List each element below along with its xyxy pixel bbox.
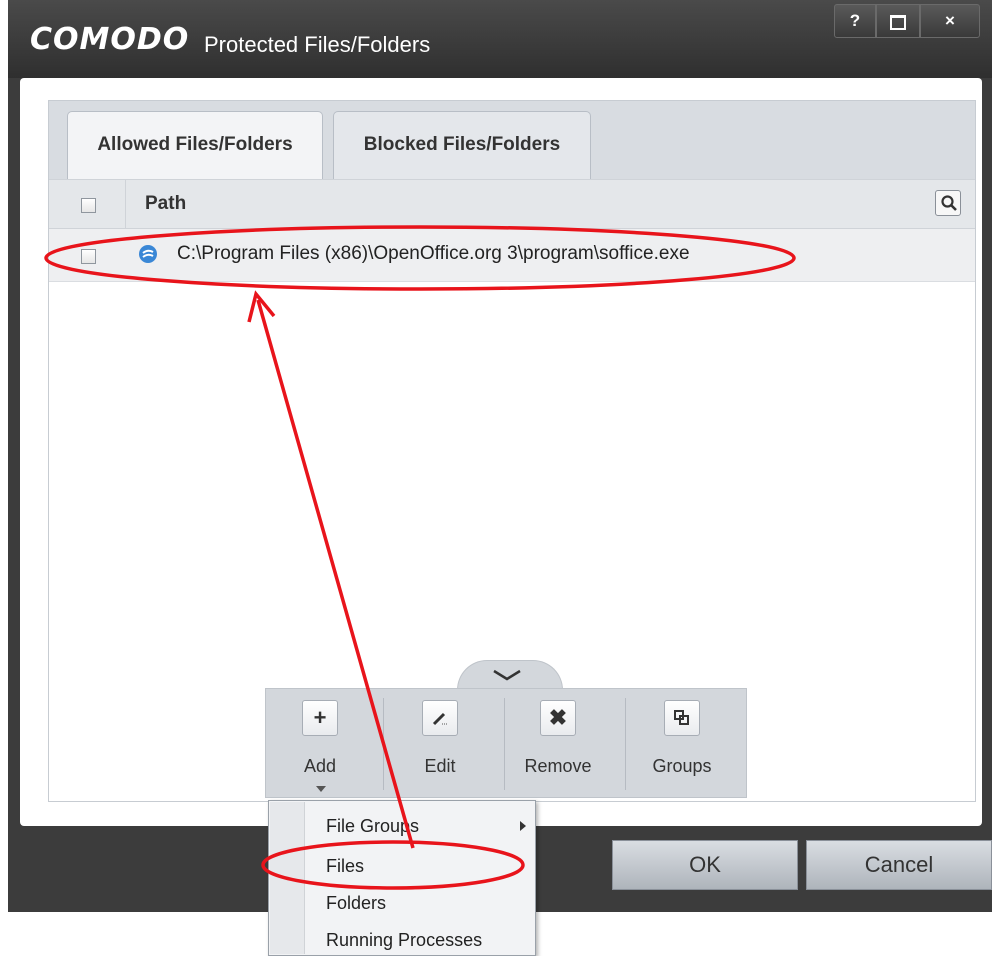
cancel-button[interactable]: Cancel bbox=[806, 840, 992, 890]
menu-icon-gutter bbox=[270, 802, 305, 954]
submenu-arrow-icon bbox=[520, 821, 526, 831]
select-all-checkbox[interactable] bbox=[81, 198, 96, 213]
row-checkbox[interactable] bbox=[81, 249, 96, 264]
toolbar-divider bbox=[625, 698, 626, 790]
maximize-icon bbox=[890, 15, 906, 30]
comodo-logo: COMODO bbox=[30, 22, 190, 57]
pencil-icon bbox=[422, 700, 458, 736]
tab-blocked-files-folders[interactable]: Blocked Files/Folders bbox=[333, 111, 591, 179]
menu-item-running-processes[interactable]: Running Processes bbox=[326, 930, 482, 951]
ok-button[interactable]: OK bbox=[612, 840, 798, 890]
remove-button-label: Remove bbox=[524, 756, 592, 776]
row-path-text: C:\Program Files (x86)\OpenOffice.org 3\… bbox=[177, 243, 690, 264]
add-button[interactable]: + Add bbox=[290, 700, 350, 800]
table-row[interactable]: C:\Program Files (x86)\OpenOffice.org 3\… bbox=[49, 229, 975, 282]
groups-button[interactable]: Groups bbox=[652, 700, 712, 800]
groups-icon bbox=[664, 700, 700, 736]
tab-allowed-files-folders[interactable]: Allowed Files/Folders bbox=[67, 111, 323, 179]
toolbar-divider bbox=[504, 698, 505, 790]
menu-item-file-groups[interactable]: File Groups bbox=[326, 816, 419, 837]
edit-button-label: Edit bbox=[424, 756, 456, 776]
header-divider bbox=[125, 180, 126, 228]
search-icon[interactable] bbox=[935, 190, 961, 216]
menu-item-folders[interactable]: Folders bbox=[326, 893, 386, 914]
help-button[interactable]: ? bbox=[834, 4, 876, 38]
chevron-down-icon[interactable] bbox=[492, 668, 522, 682]
tab-strip: Allowed Files/Folders Blocked Files/Fold… bbox=[49, 101, 975, 179]
menu-item-files[interactable]: Files bbox=[326, 856, 364, 877]
groups-button-label: Groups bbox=[652, 756, 712, 776]
openoffice-icon bbox=[139, 245, 157, 263]
remove-button[interactable]: ✖ Remove bbox=[524, 700, 592, 800]
edit-button[interactable]: Edit bbox=[410, 700, 470, 800]
window-title: Protected Files/Folders bbox=[204, 32, 431, 57]
close-button[interactable]: × bbox=[920, 4, 980, 38]
add-button-label: Add bbox=[303, 756, 337, 776]
path-column-header[interactable]: Path bbox=[145, 193, 186, 215]
table-header: Path bbox=[49, 179, 975, 229]
add-dropdown-arrow-icon[interactable] bbox=[316, 786, 326, 792]
remove-icon: ✖ bbox=[540, 700, 576, 736]
toolbar-divider bbox=[383, 698, 384, 790]
maximize-button[interactable] bbox=[876, 4, 920, 38]
plus-icon: + bbox=[302, 700, 338, 736]
